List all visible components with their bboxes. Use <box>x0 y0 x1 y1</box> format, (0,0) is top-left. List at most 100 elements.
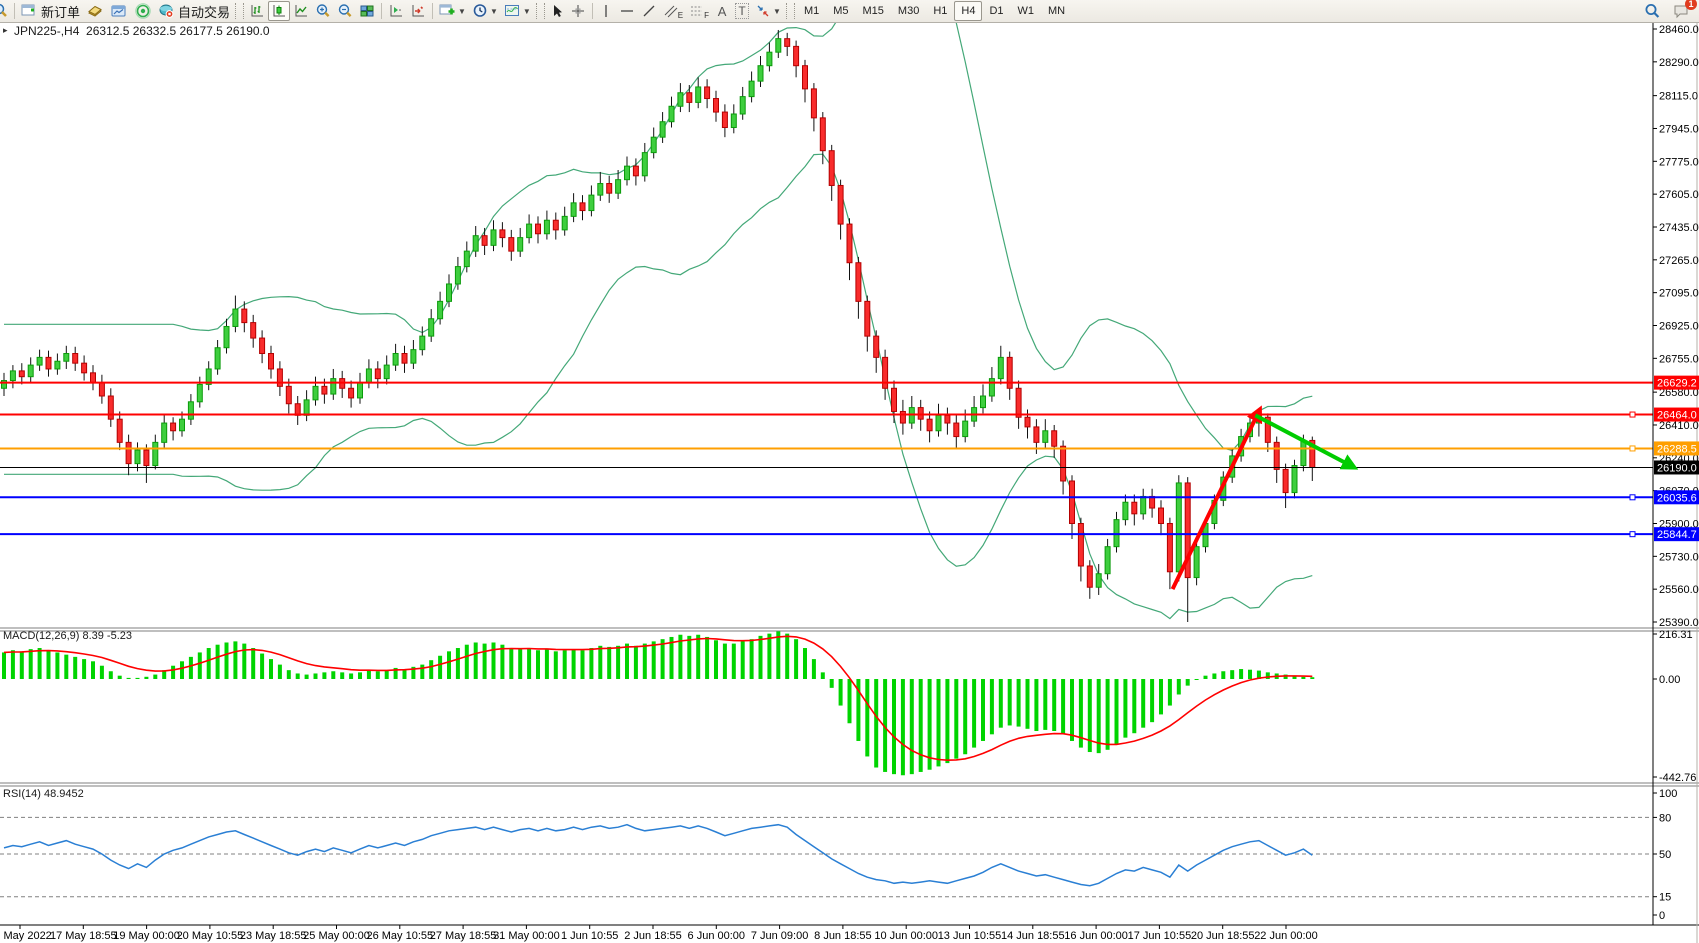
vertical-line-button[interactable] <box>596 1 616 21</box>
text-button[interactable]: A <box>712 1 732 21</box>
svg-text:16 Jun 00:00: 16 Jun 00:00 <box>1064 930 1128 942</box>
svg-text:27095.0: 27095.0 <box>1659 288 1699 300</box>
crosshair-button[interactable] <box>567 1 589 21</box>
svg-text:50: 50 <box>1659 849 1671 861</box>
svg-text:27 May 18:55: 27 May 18:55 <box>430 930 497 942</box>
svg-text:25730.0: 25730.0 <box>1659 551 1699 563</box>
indicators-icon <box>439 3 456 19</box>
svg-text:26288.5: 26288.5 <box>1657 443 1697 455</box>
periods-button[interactable]: ▼ <box>469 1 501 21</box>
cursor-icon <box>550 3 564 19</box>
svg-text:-442.76: -442.76 <box>1659 772 1696 784</box>
dropdown-arrow-icon: ▼ <box>490 7 498 16</box>
zoom-out-button[interactable] <box>334 1 356 21</box>
templates-button[interactable]: ▼ <box>501 1 534 21</box>
horizontal-line-icon <box>619 3 635 19</box>
text-label-icon: T <box>735 3 748 19</box>
book-icon <box>86 3 104 19</box>
trendline-icon <box>641 3 657 19</box>
svg-text:7 Jun 09:00: 7 Jun 09:00 <box>751 930 809 942</box>
bar-chart-button[interactable] <box>246 1 268 21</box>
indicators-button[interactable]: ▼ <box>436 1 469 21</box>
line-chart-icon <box>293 3 309 19</box>
tab-timeframe-m1[interactable]: M1 <box>797 1 826 21</box>
svg-text:216.31: 216.31 <box>1659 629 1693 641</box>
svg-text:26925.0: 26925.0 <box>1659 321 1699 333</box>
dropdown-arrow-icon: ▼ <box>523 7 531 16</box>
rsi-indicator-label: RSI(14) 48.9452 <box>3 788 84 800</box>
search-button[interactable] <box>1641 1 1664 21</box>
notifications-button[interactable]: 1 <box>1670 1 1693 21</box>
mt4-window: 新订单 自动交易 <box>0 0 1699 943</box>
channel-glyph: E <box>678 11 683 20</box>
tab-timeframe-m5[interactable]: M5 <box>826 1 855 21</box>
arrows-icon <box>755 3 771 19</box>
auto-scroll-button[interactable] <box>407 1 429 21</box>
svg-text:26410.0: 26410.0 <box>1659 420 1699 432</box>
bar-chart-icon <box>249 3 265 19</box>
arrows-button[interactable]: ▼ <box>752 1 784 21</box>
svg-text:8 Jun 18:55: 8 Jun 18:55 <box>814 930 872 942</box>
svg-text:17 Jun 10:55: 17 Jun 10:55 <box>1128 930 1192 942</box>
equidistant-channel-button[interactable]: E <box>660 1 686 21</box>
trendline-button[interactable] <box>638 1 660 21</box>
svg-text:13 Jun 10:55: 13 Jun 10:55 <box>938 930 1002 942</box>
tab-timeframe-m15[interactable]: M15 <box>856 1 891 21</box>
one-click-trading-toggle[interactable]: ▸ <box>3 25 8 36</box>
new-order-button[interactable]: 新订单 <box>18 1 83 21</box>
text-label-button[interactable]: T <box>732 1 752 21</box>
svg-text:15: 15 <box>1659 892 1671 904</box>
toolbar-grip[interactable] <box>235 3 244 19</box>
tile-windows-button[interactable] <box>356 1 378 21</box>
chart-window-icon <box>110 3 128 19</box>
svg-text:26629.2: 26629.2 <box>1657 378 1697 390</box>
tab-timeframe-w1[interactable]: W1 <box>1011 1 1042 21</box>
fibonacci-glyph: F <box>704 11 709 20</box>
tab-timeframe-h4[interactable]: H4 <box>954 1 982 21</box>
svg-text:27775.0: 27775.0 <box>1659 156 1699 168</box>
svg-text:26 May 10:55: 26 May 10:55 <box>366 930 433 942</box>
zoom-in-button[interactable] <box>312 1 334 21</box>
market-watch-button[interactable] <box>83 1 107 21</box>
timeframe-toolbar: M1M5M15M30H1H4D1W1MN <box>797 1 1072 21</box>
tab-timeframe-m30[interactable]: M30 <box>891 1 926 21</box>
fibonacci-icon <box>689 3 704 19</box>
svg-text:20 May 10:55: 20 May 10:55 <box>177 930 244 942</box>
notification-badge: 1 <box>1685 0 1697 10</box>
chart-ohlc-values: 26312.5 26332.5 26177.5 26190.0 <box>86 24 270 38</box>
toolbar-grip[interactable] <box>536 3 545 19</box>
chart-title: JPN225-,H4 26312.5 26332.5 26177.5 26190… <box>14 24 270 38</box>
horizontal-line-button[interactable] <box>616 1 638 21</box>
tab-timeframe-h1[interactable]: H1 <box>926 1 954 21</box>
vertical-line-icon <box>600 3 612 19</box>
svg-text:26755.0: 26755.0 <box>1659 353 1699 365</box>
chart-canvas[interactable]: 28460.028290.028115.027945.027775.027605… <box>0 22 1699 943</box>
chart-window-button[interactable] <box>107 1 131 21</box>
signal-icon <box>134 3 152 19</box>
svg-text:23 May 18:55: 23 May 18:55 <box>240 930 307 942</box>
signal-button[interactable] <box>131 1 155 21</box>
svg-text:20 Jun 18:55: 20 Jun 18:55 <box>1191 930 1255 942</box>
tab-timeframe-d1[interactable]: D1 <box>982 1 1010 21</box>
autotrade-label: 自动交易 <box>178 2 230 21</box>
svg-text:25390.0: 25390.0 <box>1659 617 1699 629</box>
svg-text:0.00: 0.00 <box>1659 674 1680 686</box>
toolbar-grip[interactable] <box>786 3 795 19</box>
svg-text:28290.0: 28290.0 <box>1659 57 1699 69</box>
tab-timeframe-mn[interactable]: MN <box>1041 1 1072 21</box>
svg-text:0: 0 <box>1659 910 1665 922</box>
svg-text:6 Jun 00:00: 6 Jun 00:00 <box>688 930 746 942</box>
clipped-magnifier-icon[interactable] <box>0 1 11 21</box>
line-chart-button[interactable] <box>290 1 312 21</box>
template-icon <box>504 3 521 19</box>
svg-text:26464.0: 26464.0 <box>1657 410 1697 422</box>
svg-text:26035.6: 26035.6 <box>1657 492 1697 504</box>
chart-shift-button[interactable] <box>385 1 407 21</box>
autotrade-button[interactable]: 自动交易 <box>155 1 233 21</box>
candlestick-chart-button[interactable] <box>268 1 290 21</box>
svg-text:31 May 00:00: 31 May 00:00 <box>493 930 560 942</box>
candlestick-chart-icon <box>271 3 287 19</box>
cursor-button[interactable] <box>547 1 567 21</box>
fibonacci-button[interactable]: F <box>686 1 712 21</box>
zoom-in-icon <box>315 3 331 19</box>
